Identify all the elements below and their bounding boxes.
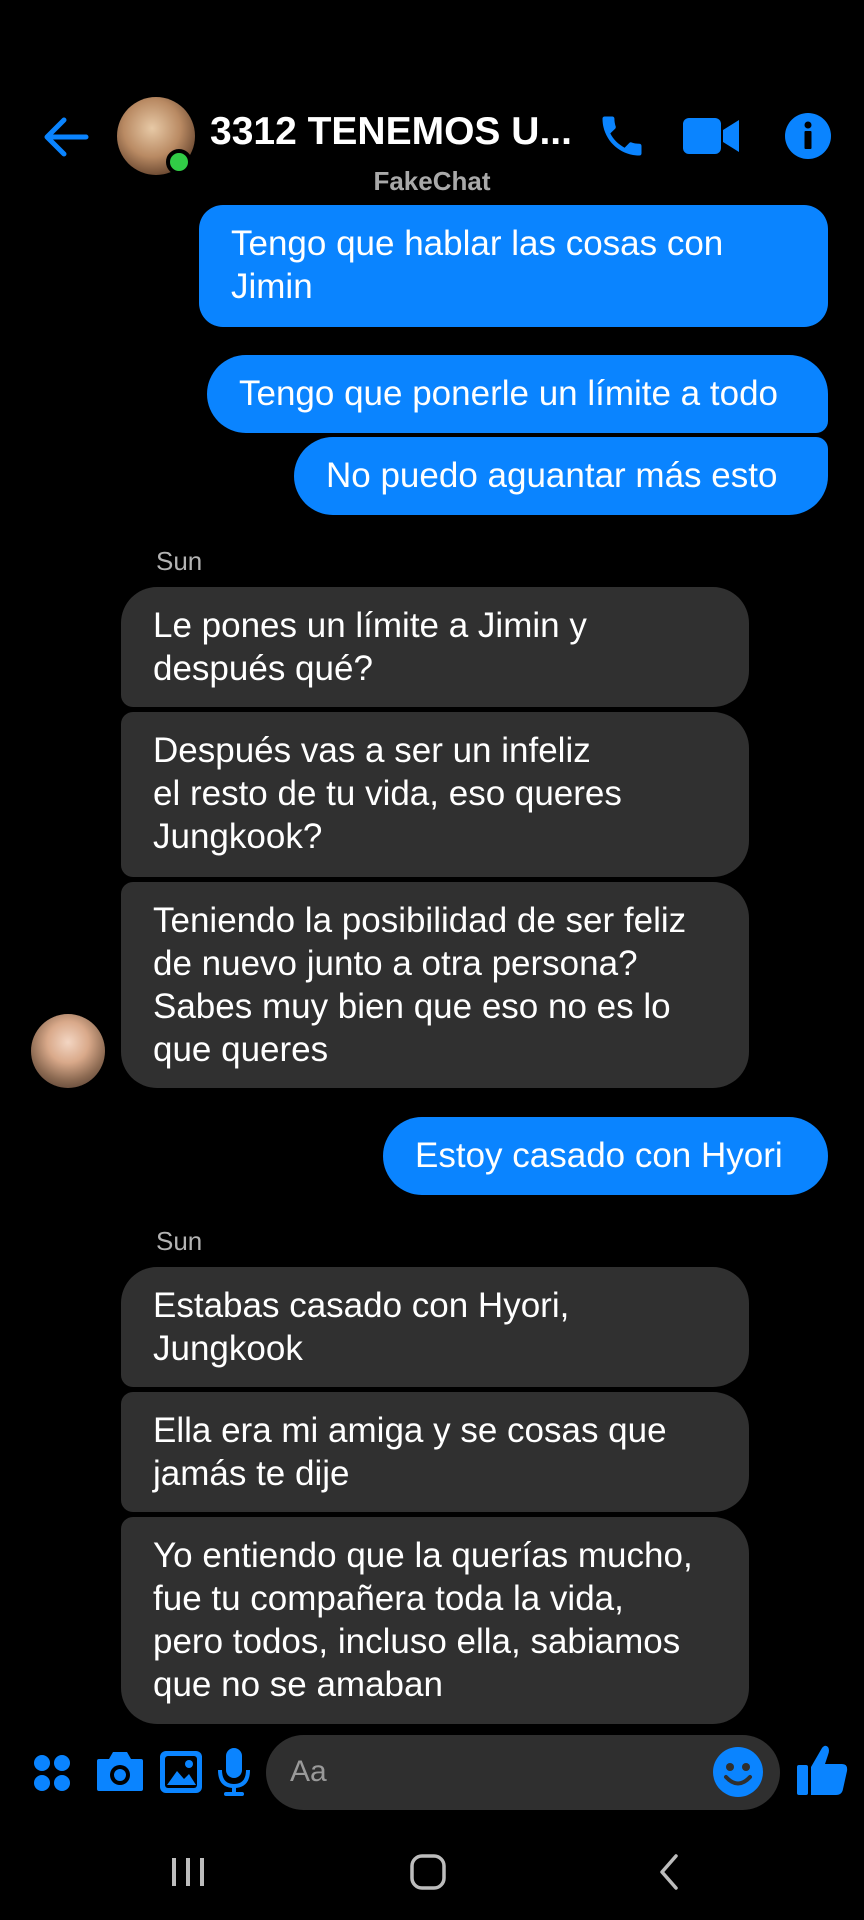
sender-name: Sun <box>156 1226 203 1256</box>
camera-icon[interactable] <box>95 1749 145 1793</box>
back-arrow-icon[interactable] <box>40 112 90 162</box>
gallery-icon[interactable] <box>158 1749 204 1795</box>
message-bubble-incoming[interactable]: Le pones un límite a Jimin y después qué… <box>121 587 749 707</box>
message-bubble-incoming[interactable]: Teniendo la posibilidad de ser feliz de … <box>121 882 749 1088</box>
message-bubble-outgoing[interactable]: No puedo aguantar más esto <box>294 437 828 515</box>
message-input-placeholder: Aa <box>290 1755 327 1788</box>
phone-icon[interactable] <box>596 108 648 164</box>
message-bubble-outgoing[interactable]: Estoy casado con Hyori <box>383 1117 828 1195</box>
message-bubble-incoming[interactable]: Estabas casado con Hyori, Jungkook <box>121 1267 749 1387</box>
message-input[interactable] <box>266 1735 780 1810</box>
sender-name: Sun <box>156 546 203 576</box>
thumbs-up-icon[interactable] <box>795 1743 849 1797</box>
message-bubble-incoming[interactable]: Después vas a ser un infeliz el resto de… <box>121 712 749 877</box>
message-bubble-incoming[interactable]: Ella era mi amiga y se cosas que jamás t… <box>121 1392 749 1512</box>
microphone-icon[interactable] <box>217 1746 251 1798</box>
back-icon[interactable] <box>654 1850 684 1894</box>
home-icon[interactable] <box>406 1850 450 1894</box>
contact-avatar[interactable] <box>31 1014 105 1088</box>
message-bubble-incoming[interactable]: Yo entiendo que la querías mucho, fue tu… <box>121 1517 749 1724</box>
info-icon[interactable] <box>784 108 832 164</box>
chat-header: 3312 TENEMOS U... FakeChat <box>0 0 864 200</box>
chat-subtitle: FakeChat <box>373 166 491 196</box>
video-camera-icon[interactable] <box>683 108 739 164</box>
emoji-icon[interactable] <box>712 1746 764 1798</box>
recents-icon[interactable] <box>168 1850 208 1894</box>
chat-title[interactable]: 3312 TENEMOS U... <box>210 110 572 154</box>
message-bubble-outgoing[interactable]: Tengo que hablar las cosas con Jimin <box>199 205 828 327</box>
apps-icon[interactable] <box>32 1753 72 1793</box>
message-bubble-outgoing[interactable]: Tengo que ponerle un límite a todo <box>207 355 828 433</box>
